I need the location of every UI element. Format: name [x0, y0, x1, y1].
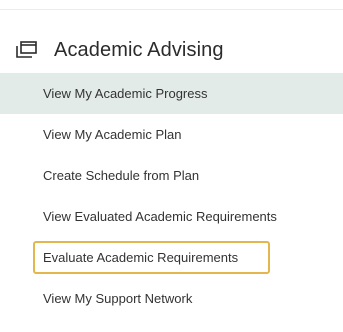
menu-item-label: Evaluate Academic Requirements	[43, 250, 239, 265]
menu-item-view-my-academic-plan[interactable]: View My Academic Plan	[0, 114, 343, 155]
advising-menu: View My Academic Progress View My Academ…	[0, 73, 343, 319]
menu-item-label: View My Academic Plan	[43, 127, 182, 142]
menu-item-view-my-academic-progress[interactable]: View My Academic Progress	[0, 73, 343, 114]
menu-item-label: View My Academic Progress	[43, 86, 208, 101]
section-title: Academic Advising	[54, 38, 224, 61]
menu-item-label: Create Schedule from Plan	[43, 168, 200, 183]
academic-advising-panel: Academic Advising View My Academic Progr…	[0, 0, 343, 332]
menu-item-create-schedule-from-plan[interactable]: Create Schedule from Plan	[0, 155, 343, 196]
menu-item-label: View My Support Network	[43, 291, 193, 306]
section-header[interactable]: Academic Advising	[14, 37, 224, 63]
menu-item-view-my-support-network[interactable]: View My Support Network	[0, 278, 343, 319]
menu-item-view-evaluated-academic-requirements[interactable]: View Evaluated Academic Requirements	[0, 196, 343, 237]
menu-item-label: View Evaluated Academic Requirements	[43, 209, 277, 224]
top-divider	[0, 9, 343, 10]
window-icon	[14, 41, 38, 59]
menu-item-evaluate-academic-requirements[interactable]: Evaluate Academic Requirements	[0, 237, 343, 278]
